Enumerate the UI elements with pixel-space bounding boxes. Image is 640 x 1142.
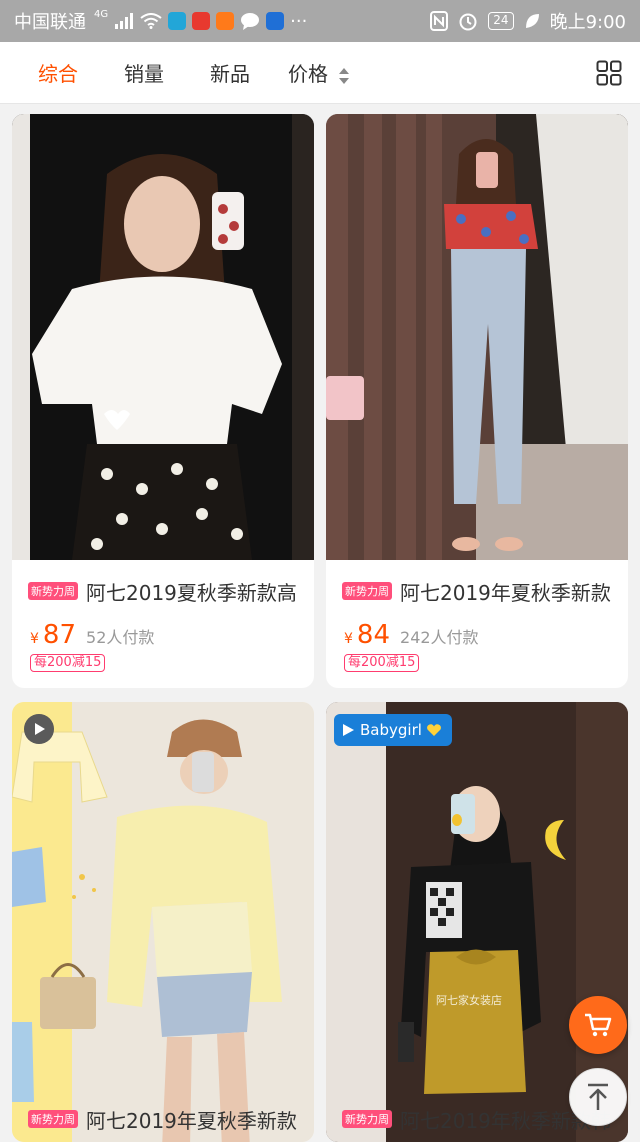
promo-tag: 新势力周	[28, 582, 78, 600]
video-app-icon	[216, 12, 235, 30]
status-bar: 中国联通 4G ··· 24 晚上9:00	[0, 0, 640, 42]
grid-view-icon[interactable]	[596, 60, 622, 86]
reader-app-icon	[168, 12, 187, 30]
product-card[interactable]: 新势力周 阿七2019年夏秋季新款 ¥ 84 242人付款 每200减15	[326, 114, 628, 688]
product-image[interactable]	[12, 702, 314, 1142]
product-card[interactable]: 新势力周 阿七2019夏秋季新款高 ¥ 87 52人付款 每200减15	[12, 114, 314, 688]
alarm-icon	[459, 13, 477, 31]
play-video-icon[interactable]	[24, 714, 54, 744]
product-title: 阿七2019年夏秋季新款	[86, 1108, 297, 1133]
coupon-badge: 每200减15	[344, 654, 420, 672]
shield-app-icon	[266, 12, 285, 30]
price-row: ¥ 84 242人付款	[344, 620, 479, 650]
promo-tag: 新势力周	[28, 1110, 78, 1128]
product-image[interactable]	[12, 114, 314, 560]
leaf-icon	[525, 14, 539, 28]
shop-watermark: 阿七家女装店	[436, 994, 502, 1007]
overlay-badge: Babygirl	[334, 714, 452, 746]
product-title: 阿七2019夏秋季新款高	[86, 580, 297, 605]
product-price: 87	[42, 620, 77, 650]
news-app-icon	[192, 12, 211, 30]
cart-icon	[585, 1013, 612, 1037]
promo-tag: 新势力周	[342, 1110, 392, 1128]
sort-arrows-icon	[339, 67, 350, 84]
tab-price[interactable]: 价格	[288, 58, 350, 87]
network-type: 4G	[94, 8, 109, 20]
tab-price-label: 价格	[288, 62, 328, 86]
back-to-top-button[interactable]	[569, 1068, 627, 1126]
currency-symbol: ¥	[344, 631, 353, 647]
cart-button[interactable]	[569, 996, 627, 1054]
product-title-row[interactable]: 新势力周 阿七2019年夏秋季新款	[342, 576, 622, 606]
overlay-label: Babygirl	[360, 721, 422, 739]
coupon-badge: 每200减15	[30, 654, 106, 672]
product-title-row[interactable]: 新势力周 阿七2019夏秋季新款高	[28, 576, 308, 606]
paid-count: 52人付款	[86, 628, 155, 647]
play-video-icon[interactable]	[340, 722, 356, 738]
product-title: 阿七2019年夏秋季新款	[400, 580, 611, 605]
tab-comprehensive[interactable]: 综合	[38, 58, 78, 87]
wifi-icon	[140, 13, 162, 29]
nfc-icon	[430, 11, 449, 31]
paid-count: 242人付款	[400, 628, 479, 647]
product-price: 84	[356, 620, 391, 650]
tab-sales[interactable]: 销量	[124, 58, 164, 87]
product-card[interactable]: 新势力周 阿七2019年夏秋季新款	[12, 702, 314, 1142]
product-image[interactable]	[326, 114, 628, 560]
heart-icon	[426, 724, 441, 736]
signal-icon	[115, 13, 134, 29]
price-row: ¥ 87 52人付款	[30, 620, 154, 650]
sort-filter-bar: 综合 销量 新品 价格	[0, 42, 640, 104]
promo-tag: 新势力周	[342, 582, 392, 600]
battery-indicator: 24	[488, 12, 514, 30]
chat-bubble-icon	[241, 13, 260, 30]
currency-symbol: ¥	[30, 631, 39, 647]
arrow-up-icon	[588, 1083, 608, 1110]
carrier-name: 中国联通	[14, 12, 86, 33]
product-title-row[interactable]: 新势力周 阿七2019年夏秋季新款	[28, 1104, 308, 1134]
more-notifications-icon: ···	[290, 10, 308, 32]
clock: 晚上9:00	[549, 12, 626, 33]
tab-new[interactable]: 新品	[210, 58, 250, 87]
